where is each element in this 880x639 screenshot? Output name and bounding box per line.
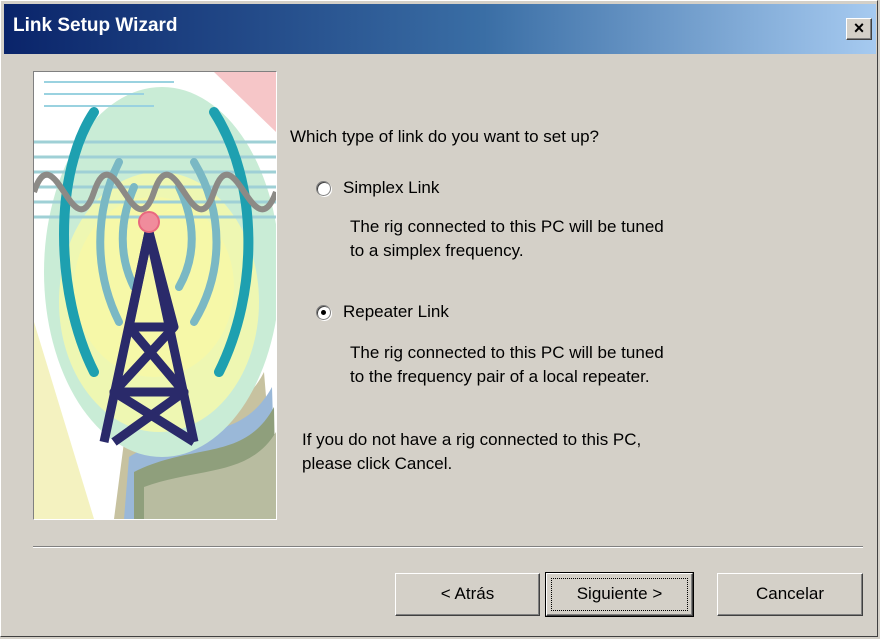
repeater-description-line-1: The rig connected to this PC will be tun… — [350, 343, 664, 362]
repeater-label: Repeater Link — [343, 302, 449, 321]
simplex-description-line-1: The rig connected to this PC will be tun… — [350, 217, 664, 236]
title-bar[interactable]: Link Setup Wizard × — [4, 4, 876, 54]
simplex-label: Simplex Link — [343, 178, 440, 197]
focus-rectangle — [551, 578, 688, 611]
question-label: Which type of link do you want to set up… — [290, 127, 600, 146]
cancel-note-line-2: please click Cancel. — [302, 454, 453, 473]
simplex-radio-button[interactable] — [316, 180, 331, 196]
simplex-link-option[interactable]: Simplex Link — [316, 178, 439, 198]
radio-tower-icon — [34, 72, 276, 519]
repeater-link-option[interactable]: Repeater Link — [316, 302, 449, 322]
wizard-window: Link Setup Wizard × Which type of link d… — [0, 0, 878, 637]
cancel-note-line-1: If you do not have a rig connected to th… — [302, 430, 642, 449]
cancel-button[interactable]: Cancelar — [717, 573, 863, 616]
close-button[interactable]: × — [846, 18, 872, 40]
back-button[interactable]: < Atrás — [395, 573, 540, 616]
radio-selected-dot — [321, 309, 326, 315]
separator — [33, 546, 863, 548]
repeater-radio-button[interactable] — [316, 304, 331, 320]
next-button[interactable]: Siguiente > — [545, 572, 694, 617]
close-icon: × — [853, 18, 865, 38]
repeater-description-line-2: to the frequency pair of a local repeate… — [350, 367, 650, 386]
simplex-description-line-2: to a simplex frequency. — [350, 241, 524, 260]
wizard-image — [33, 71, 277, 520]
window-title: Link Setup Wizard — [13, 15, 178, 36]
